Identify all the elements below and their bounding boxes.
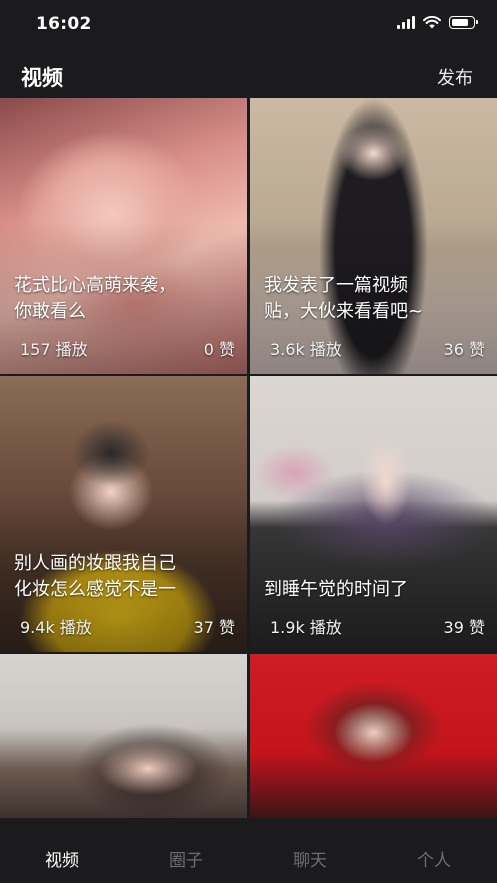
play-count: 1.9k 播放: [270, 618, 342, 637]
video-card[interactable]: 我发表了一篇视频 贴，大伙来看看吧~ 3.6k 播放 36 赞: [250, 98, 497, 374]
video-card[interactable]: 到睡午觉的时间了 1.9k 播放 39 赞: [250, 376, 497, 652]
play-count: 9.4k 播放: [20, 618, 92, 637]
status-bar: 16:02: [0, 0, 497, 50]
tab-circle[interactable]: 圈子: [146, 846, 226, 871]
like-count: 0 赞: [203, 340, 235, 359]
status-icons: [397, 16, 478, 29]
video-grid: 花式比心高萌来袭， 你敢看么 157 播放 0 赞 我发表了一篇视频 贴，大伙来…: [0, 98, 497, 818]
cellular-signal-icon: [397, 16, 415, 29]
tab-chat[interactable]: 聊天: [270, 846, 350, 871]
tab-video[interactable]: 视频: [22, 846, 102, 871]
wifi-icon: [423, 16, 441, 29]
play-count: 3.6k 播放: [270, 340, 342, 359]
video-card[interactable]: 别人画的妆跟我自己 化妆怎么感觉不是一 9.4k 播放 37 赞: [0, 376, 247, 652]
like-count: 37 赞: [193, 618, 235, 637]
video-thumbnail: [0, 654, 247, 818]
play-count: 157 播放: [20, 340, 88, 359]
video-card[interactable]: 花式比心高萌来袭， 你敢看么 157 播放 0 赞: [0, 98, 247, 374]
video-title: 花式比心高萌来袭， 你敢看么: [14, 275, 176, 322]
video-title: 我发表了一篇视频 贴，大伙来看看吧~: [264, 275, 424, 322]
video-title: 到睡午觉的时间了: [264, 579, 408, 600]
video-card[interactable]: [250, 654, 497, 818]
bottom-tab-bar: 视频 圈子 聊天 个人: [0, 818, 497, 883]
page-title: 视频: [21, 66, 63, 90]
status-time: 16:02: [36, 14, 92, 34]
nav-bar: 视频 发布: [0, 50, 497, 98]
video-title: 别人画的妆跟我自己 化妆怎么感觉不是一: [14, 553, 176, 600]
video-thumbnail: [250, 654, 497, 818]
video-card[interactable]: [0, 654, 247, 818]
tab-profile[interactable]: 个人: [394, 846, 474, 871]
like-count: 39 赞: [443, 618, 485, 637]
battery-icon: [449, 16, 478, 29]
publish-button[interactable]: 发布: [437, 64, 473, 90]
like-count: 36 赞: [443, 340, 485, 359]
